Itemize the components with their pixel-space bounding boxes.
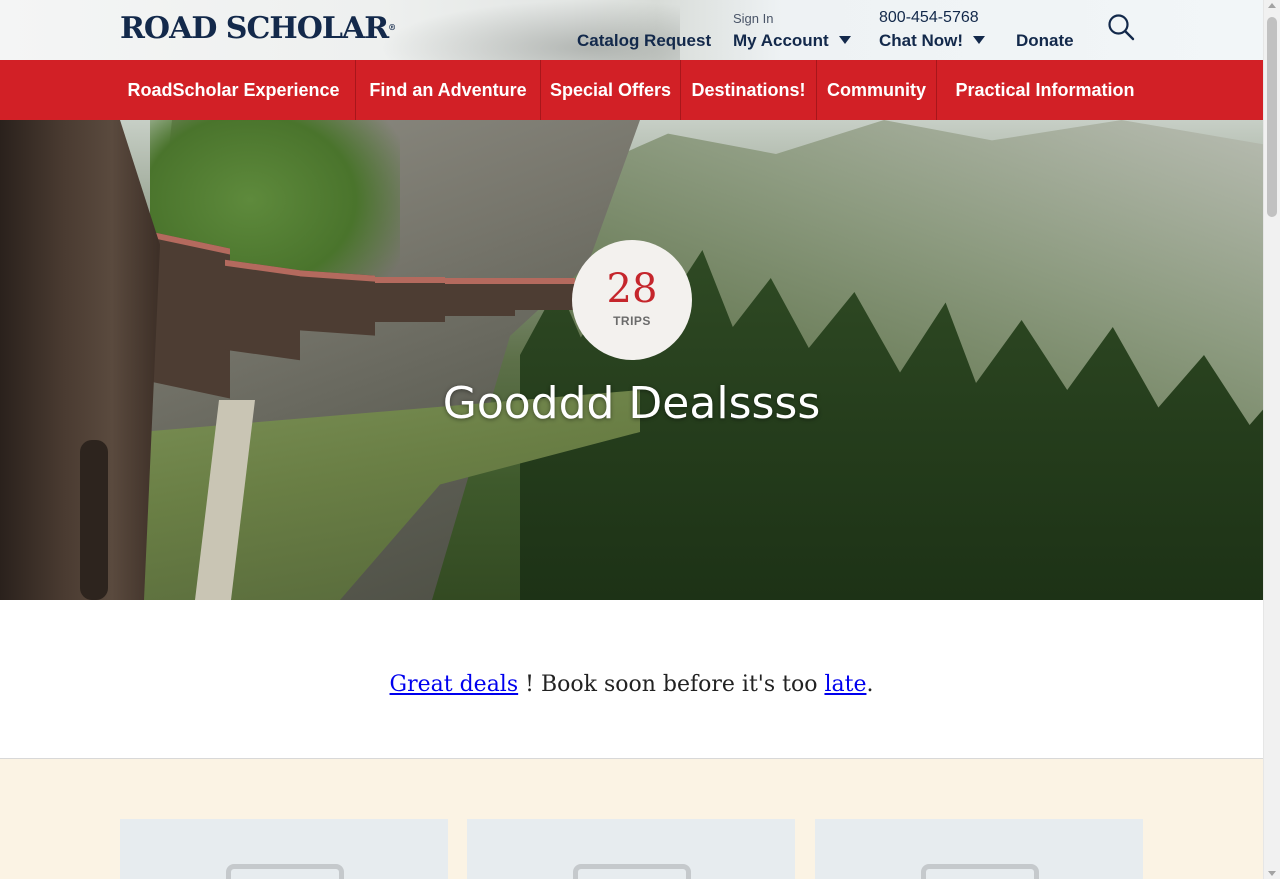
late-link[interactable]: late <box>824 672 866 697</box>
nav-item-special-offers[interactable]: Special Offers <box>541 60 680 120</box>
my-account-label[interactable]: My Account <box>733 31 829 50</box>
great-deals-link[interactable]: Great deals <box>390 672 519 697</box>
image-placeholder-icon <box>226 864 344 879</box>
intro-text-middle: ! Book soon before it's too <box>518 672 825 697</box>
intro-section: Great deals ! Book soon before it's too … <box>0 600 1263 759</box>
chat-now-menu[interactable]: Chat Now! <box>879 31 986 51</box>
trip-cards-section <box>0 759 1263 879</box>
road-scholar-logo[interactable]: ROAD SCHOLAR® <box>120 11 396 46</box>
intro-text-end: . <box>866 672 874 697</box>
image-placeholder-icon <box>573 864 691 879</box>
trip-card[interactable] <box>467 819 795 879</box>
hero-train-image <box>0 120 600 600</box>
scrollbar-thumb[interactable] <box>1267 17 1277 217</box>
nav-item-find-an-adventure[interactable]: Find an Adventure <box>356 60 540 120</box>
image-placeholder-icon <box>921 864 1039 879</box>
chevron-down-icon[interactable] <box>973 35 986 44</box>
chat-now-label[interactable]: Chat Now! <box>879 31 963 50</box>
logo-text[interactable]: ROAD SCHOLAR <box>120 11 389 46</box>
nav-item-community[interactable]: Community <box>817 60 936 120</box>
nav-item-roadscholar-experience[interactable]: RoadScholar Experience <box>112 60 355 120</box>
donate-link[interactable]: Donate <box>1016 31 1074 51</box>
main-nav: RoadScholar Experience Find an Adventure… <box>0 60 1263 120</box>
sign-in-label[interactable]: Sign In <box>733 11 773 26</box>
nav-item-destinations[interactable]: Destinations! <box>681 60 816 120</box>
scroll-up-arrow-icon[interactable] <box>1268 3 1276 8</box>
logo-registered-mark: ® <box>388 22 396 32</box>
trip-count-number: 28 <box>606 266 658 312</box>
hero-banner: 28 TRIPS Gooddd Dealssss <box>0 120 1263 600</box>
trip-count-label: TRIPS <box>613 314 651 328</box>
chevron-down-icon[interactable] <box>838 35 851 44</box>
my-account-menu[interactable]: My Account <box>733 31 851 51</box>
search-icon[interactable] <box>1107 13 1135 41</box>
site-header: ROAD SCHOLAR® Catalog Request Sign In My… <box>0 0 1263 60</box>
intro-text: Great deals ! Book soon before it's too … <box>0 672 1263 697</box>
nav-item-practical-information[interactable]: Practical Information <box>937 60 1153 120</box>
phone-number[interactable]: 800-454-5768 <box>879 9 979 27</box>
trip-card[interactable] <box>120 819 448 879</box>
trip-card[interactable] <box>815 819 1143 879</box>
scroll-down-arrow-icon[interactable] <box>1268 871 1276 876</box>
catalog-request-link[interactable]: Catalog Request <box>577 31 711 51</box>
page-scrollbar[interactable] <box>1263 0 1280 879</box>
page-title: Gooddd Dealssss <box>442 378 821 429</box>
trip-count-badge: 28 TRIPS <box>572 240 692 360</box>
